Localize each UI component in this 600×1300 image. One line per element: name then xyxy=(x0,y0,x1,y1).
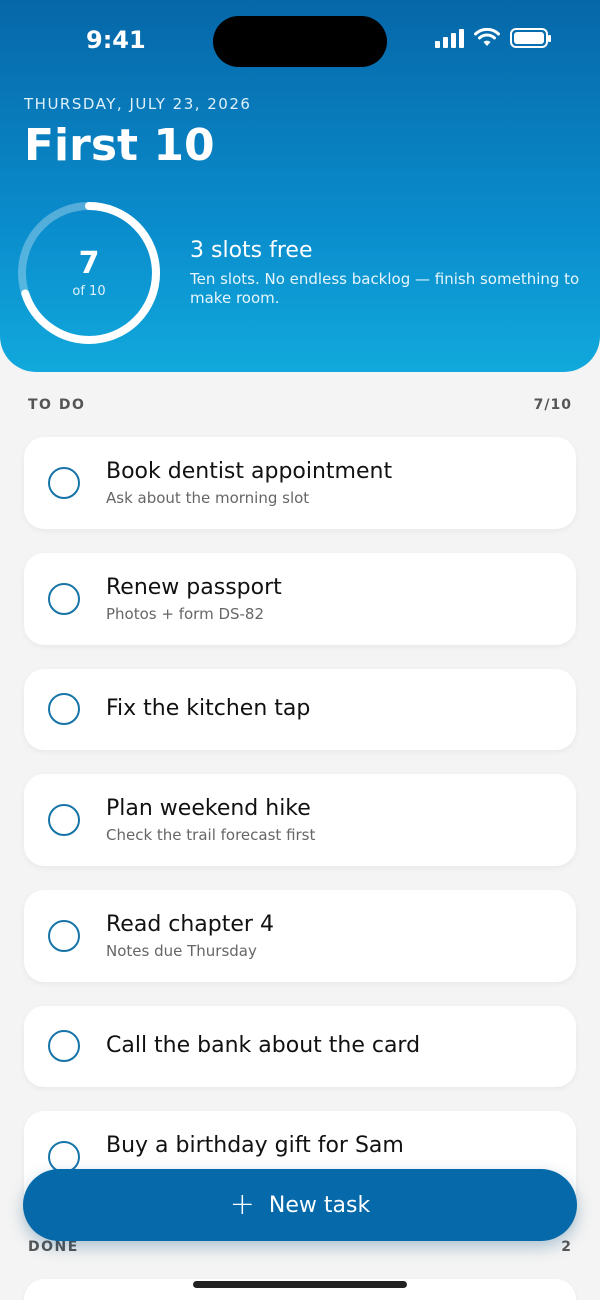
new-task-label: New task xyxy=(268,1192,371,1218)
task-card[interactable]: Fix the kitchen tap xyxy=(24,669,576,750)
slots-description: Ten slots. No endless backlog — finish s… xyxy=(190,270,580,307)
task-note: Notes due Thursday xyxy=(106,942,257,960)
status-time: 9:41 xyxy=(86,26,146,54)
status-icons xyxy=(435,28,551,48)
task-note: Ask about the morning slot xyxy=(106,489,310,507)
done-count: 2 xyxy=(561,1239,572,1255)
new-task-button[interactable]: + New task xyxy=(23,1169,577,1241)
header: 9:41 THURSDAY, JULY 23, 2026 First 10 7 … xyxy=(0,0,600,372)
task-title: Plan weekend hike xyxy=(106,796,311,821)
task-card[interactable]: Read chapter 4 Notes due Thursday xyxy=(24,890,576,982)
todo-section-label: TO DO xyxy=(28,397,86,413)
done-section-label: DONE xyxy=(28,1239,79,1255)
progress-of-label: of 10 xyxy=(72,284,106,299)
wifi-icon xyxy=(474,28,500,46)
task-title: Read chapter 4 xyxy=(106,912,274,937)
task-card[interactable]: Renew passport Photos + form DS-82 xyxy=(24,553,576,645)
task-note: Check the trail forecast first xyxy=(106,826,316,844)
task-checkbox[interactable] xyxy=(48,920,80,952)
home-indicator xyxy=(193,1281,407,1288)
task-checkbox[interactable] xyxy=(48,467,80,499)
progress-count: 7 xyxy=(78,246,100,281)
progress-ring: 7 of 10 xyxy=(14,198,164,348)
task-note: Photos + form DS-82 xyxy=(106,605,265,623)
task-title: Buy a birthday gift for Sam xyxy=(106,1133,404,1158)
plus-icon: + xyxy=(229,1187,255,1222)
todo-count: 7/10 xyxy=(533,397,572,413)
task-title: Call the bank about the card xyxy=(106,1033,421,1058)
task-checkbox[interactable] xyxy=(48,804,80,836)
battery-icon xyxy=(510,28,551,48)
task-checkbox[interactable] xyxy=(48,693,80,725)
slots-free: 3 slots free xyxy=(190,238,313,263)
task-title: Renew passport xyxy=(106,575,282,600)
page-title: First 10 xyxy=(24,120,215,171)
task-title: Book dentist appointment xyxy=(106,459,393,484)
task-card[interactable]: Book dentist appointment Ask about the mo… xyxy=(24,437,576,529)
task-checkbox[interactable] xyxy=(48,1030,80,1062)
task-card[interactable]: Call the bank about the card xyxy=(24,1006,576,1087)
task-checkbox[interactable] xyxy=(48,583,80,615)
dynamic-island xyxy=(213,16,387,67)
task-title: Fix the kitchen tap xyxy=(106,696,311,721)
task-card[interactable]: Plan weekend hike Check the trail forecas… xyxy=(24,774,576,866)
date-label: THURSDAY, JULY 23, 2026 xyxy=(24,95,252,113)
signal-icon xyxy=(435,28,464,48)
